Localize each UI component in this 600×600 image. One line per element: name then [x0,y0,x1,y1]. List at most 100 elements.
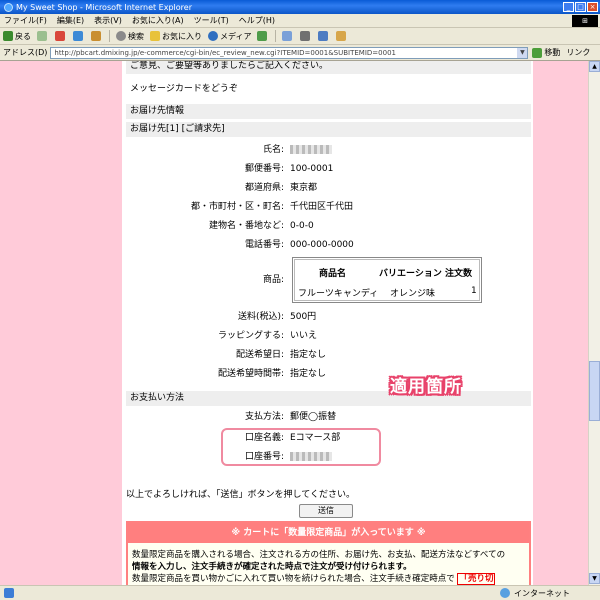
field-label: 都・市町村・区・町名: [190,202,284,212]
menu-help[interactable]: ヘルプ(H) [239,15,275,26]
globe-icon [500,588,510,598]
media-label: メディア [220,31,252,41]
right-margin-panel [533,61,588,585]
close-button[interactable]: × [587,2,598,12]
field-account-name: 口座名義: Eコマース部 [122,431,533,445]
print-button[interactable] [300,31,312,41]
scroll-up-icon[interactable]: ▲ [589,61,600,72]
maximize-button[interactable]: □ [575,2,586,12]
annotation-label: 適用箇所 [390,377,462,397]
edit-icon [318,31,329,41]
media-icon [208,31,218,41]
go-button[interactable]: 移動 [532,47,560,58]
refresh-button[interactable] [73,31,85,41]
history-button[interactable] [257,31,269,41]
page-viewport: ご意見、ご要望等ありましたらご記入ください。 メッセージカードをどうぞ お届け先… [0,61,600,585]
order-review-content: ご意見、ご要望等ありましたらご記入ください。 メッセージカードをどうぞ お届け先… [122,61,533,585]
submit-button[interactable]: 送信 [299,504,353,518]
left-margin-panel [0,61,122,585]
notice-line: 数量限定商品を購入される場合、注文される方の住所、お届け先、お支払、配送方法など… [132,550,506,560]
delivery-subheader: お届け先[1] [ご請求先] [126,122,531,137]
security-zone: インターネット [500,588,570,599]
table-cell: オレンジ味 [390,289,436,299]
field-delivery-time: 配送希望時間帯: 指定なし [122,367,533,381]
field-value: 000-000-0000 [290,240,354,250]
field-value: いいえ [290,331,318,341]
confirm-text: 以上でよろしければ、「送信」ボタンを押してください。 [126,490,355,500]
payment-section-header: お支払い方法 [126,391,531,406]
printer-icon [300,31,311,41]
table-header: バリエーション [379,269,442,279]
forward-button[interactable] [37,31,49,41]
menu-favorites[interactable]: お気に入り(A) [132,15,184,26]
field-label: 支払方法: [244,412,284,422]
field-value: 千代田区千代田 [290,202,354,212]
table-cell: 1 [471,286,477,296]
back-button[interactable]: 戻る [3,31,31,42]
search-label: 検索 [128,31,144,41]
edit-button[interactable] [318,31,330,41]
field-payment-method: 支払方法: 郵便◯振替 [122,410,533,424]
delivery-section-header: お届け先情報 [126,104,531,119]
stop-button[interactable] [55,31,67,41]
media-button[interactable]: メディア [208,31,251,42]
favorites-label: お気に入り [162,31,202,41]
minimize-button[interactable]: _ [563,2,574,12]
search-button[interactable]: 検索 [116,31,144,42]
table-cell: フルーツキャンディ [298,289,379,299]
field-account-number: 口座番号: [122,450,533,464]
status-bar: インターネット [0,585,600,600]
favorites-button[interactable]: お気に入り [150,31,202,42]
field-wrapping: ラッピングする: いいえ [122,329,533,343]
menu-edit[interactable]: 編集(E) [57,15,84,26]
field-label: 口座番号: [244,452,284,462]
zone-label: インターネット [514,588,570,598]
table-header: 注文数 [445,269,473,279]
window-title: My Sweet Shop - Microsoft Internet Explo… [16,2,192,12]
field-value: 0-0-0 [290,221,314,231]
field-value: 東京都 [290,183,318,193]
field-label: 配送希望時間帯: [217,369,284,379]
field-value: 郵便◯振替 [290,412,337,422]
comment-strip: ご意見、ご要望等ありましたらご記入ください。 [126,61,531,74]
address-label: アドレス(D) [3,48,48,57]
field-building: 建物名・番地など: 0-0-0 [122,219,533,233]
field-value: 指定なし [290,350,327,360]
scroll-down-icon[interactable]: ▼ [589,573,600,584]
discuss-button[interactable] [336,31,348,41]
field-label: ラッピングする: [217,331,284,341]
stop-icon [55,31,65,41]
message-card-text: メッセージカードをどうぞ [130,84,238,94]
chevron-down-icon[interactable]: ▼ [517,47,528,58]
field-value-redacted [290,450,332,464]
search-icon [116,31,126,41]
vertical-scrollbar[interactable]: ▲ ▼ [588,61,600,585]
scroll-thumb[interactable] [589,361,600,421]
forward-arrow-icon [37,31,47,41]
mail-button[interactable] [282,31,294,41]
links-button[interactable]: リンク [566,47,590,58]
field-value: 500円 [290,312,317,322]
field-label: 建物名・番地など: [208,221,284,231]
home-button[interactable] [91,31,103,41]
field-label: 電話番号: [244,240,284,250]
toolbar-divider [275,30,277,42]
field-postal: 郵便番号: 100-0001 [122,162,533,176]
go-arrow-icon [532,47,543,58]
field-label: 郵便番号: [244,164,284,174]
menu-tools[interactable]: ツール(T) [194,15,229,26]
ie-icon [4,2,13,12]
table-header: 商品名 [319,269,347,279]
menu-view[interactable]: 表示(V) [94,15,122,26]
discuss-icon [336,31,347,41]
field-label: 配送希望日: [235,350,284,360]
field-value: 指定なし [290,369,327,379]
field-value: 100-0001 [290,164,334,174]
field-prefecture: 都道府県: 東京都 [122,181,533,195]
address-input[interactable]: http://pbcart.dmixing.jp/e-commerce/cgi-… [50,46,529,59]
mail-icon [282,31,293,41]
menu-bar: ファイル(F) 編集(E) 表示(V) お気に入り(A) ツール(T) ヘルプ(… [0,14,600,28]
menu-file[interactable]: ファイル(F) [4,15,47,26]
field-label: 口座名義: [244,433,284,443]
notice-body: 数量限定商品を購入される場合、注文される方の住所、お届け先、お支払、配送方法など… [128,543,529,585]
